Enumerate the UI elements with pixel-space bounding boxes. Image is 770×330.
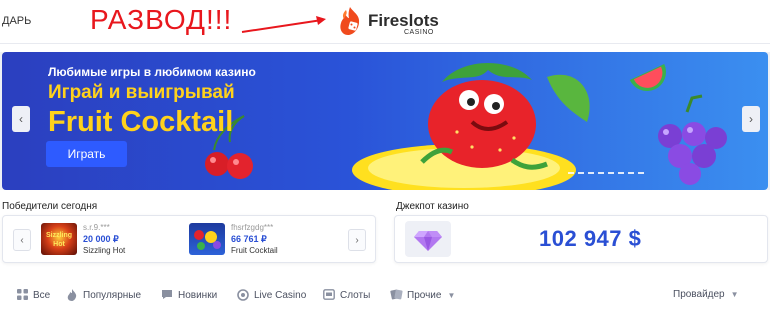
svg-text:Sizzling: Sizzling — [46, 232, 72, 239]
logo-subtitle: CASINO — [404, 29, 434, 36]
banner-area: Любимые игры в любимом казино Играй и вы… — [0, 52, 770, 190]
fruit-cocktail-thumbnail — [189, 223, 225, 255]
jackpot-panel: 102 947 $ — [394, 215, 768, 263]
winner-name: s.r.9.*** — [83, 223, 110, 232]
banner-prev-button[interactable]: ‹ — [12, 106, 30, 132]
winners-next-button[interactable]: › — [348, 229, 366, 251]
sizzling-hot-thumbnail: Sizzling Hot — [41, 223, 77, 255]
promo-banner[interactable]: Любимые игры в любимом казино Играй и вы… — [2, 52, 768, 190]
provider-label: Провайдер — [673, 289, 725, 300]
tab-label: Слоты — [340, 289, 371, 301]
jackpot-gem-box — [405, 221, 451, 257]
tab-label: Live Casino — [254, 289, 307, 301]
banner-headline: Играй и выигрывай — [48, 82, 235, 103]
strawberry-character-icon — [420, 62, 590, 170]
diamond-icon — [414, 231, 442, 251]
tab-label: Популярные — [83, 289, 142, 301]
banner-game-title: Fruit Cocktail — [48, 106, 234, 138]
tab-label: Прочие — [407, 289, 442, 301]
cards-icon — [390, 289, 403, 301]
tab-new[interactable]: Новинки — [161, 289, 217, 301]
winner-name: fhsrfzgdg*** — [231, 223, 274, 232]
tab-live-casino[interactable]: Live Casino — [237, 289, 306, 301]
overlay-annotation-text: РАЗВОД!!! — [90, 4, 233, 35]
banner-subtitle: Любимые игры в любимом казино — [48, 65, 256, 79]
winners-panel: ‹ Sizzling Hot s.r.9.*** 20 000 ₽ Sizzli… — [2, 215, 376, 263]
flame-logo-icon — [340, 7, 360, 35]
logo-name: Fireslots — [368, 11, 439, 30]
chip-icon — [237, 289, 249, 301]
watermelon-slice-icon — [629, 63, 666, 91]
slot-icon — [323, 289, 335, 301]
sizzling-hot-art: Sizzling Hot — [46, 232, 72, 248]
header-left-text: ДАРЬ — [2, 15, 32, 27]
grapes-icon — [658, 94, 727, 185]
winners-prev-button[interactable]: ‹ — [13, 229, 31, 251]
provider-dropdown[interactable]: Провайдер ▼ — [673, 289, 739, 300]
chevron-down-icon: ▼ — [730, 290, 739, 299]
jackpot-value: 102 947 $ — [539, 226, 642, 251]
tab-popular[interactable]: Популярные — [66, 289, 141, 301]
chevron-down-icon: ▼ — [447, 290, 456, 300]
winner-game: Sizzling Hot — [83, 246, 126, 255]
casino-logo[interactable]: Fireslots CASINO — [336, 5, 446, 41]
play-button[interactable]: Играть — [46, 141, 127, 167]
site-header: ДАРЬ РАЗВОД!!! Fireslots CASINO — [0, 0, 770, 44]
winner-item[interactable]: Sizzling Hot s.r.9.*** 20 000 ₽ Sizzling… — [41, 223, 181, 257]
banner-next-button[interactable]: › — [742, 106, 760, 132]
fruit-cocktail-art — [194, 230, 221, 250]
tab-other[interactable]: Прочие ▼ — [390, 289, 455, 301]
winner-amount: 66 761 ₽ — [231, 234, 267, 244]
bubble-icon — [161, 289, 173, 301]
tab-all[interactable]: Все — [16, 289, 50, 301]
tab-label: Все — [33, 289, 51, 301]
category-tabs: Все Популярные Новинки Live Casino Слоты… — [0, 276, 770, 316]
jackpot-title: Джекпот казино — [396, 201, 469, 212]
fire-icon — [66, 289, 78, 301]
winner-game: Fruit Cocktail — [231, 246, 278, 255]
tab-label: Новинки — [178, 289, 218, 301]
annotation-arrow-icon — [241, 16, 326, 33]
winners-title: Победители сегодня — [2, 201, 98, 212]
grid-icon — [16, 289, 28, 301]
winner-amount: 20 000 ₽ — [83, 234, 119, 244]
tab-slots[interactable]: Слоты — [323, 289, 370, 301]
winner-item[interactable]: fhsrfzgdg*** 66 761 ₽ Fruit Cocktail — [189, 223, 329, 257]
svg-text:Hot: Hot — [53, 241, 65, 248]
